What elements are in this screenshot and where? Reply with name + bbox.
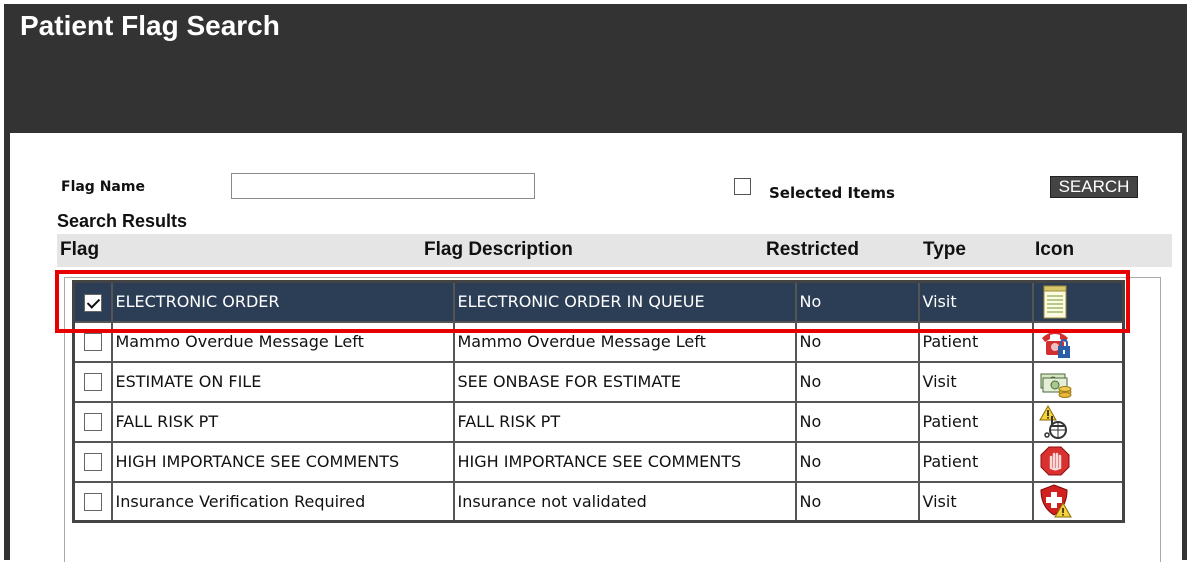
icon-cell bbox=[1031, 320, 1125, 363]
flag-name-label: Flag Name bbox=[61, 179, 145, 195]
flag-cell: FALL RISK PT bbox=[110, 400, 455, 443]
row-checkbox-cell bbox=[72, 400, 113, 443]
type-cell: Patient bbox=[917, 440, 1034, 483]
icon-cell bbox=[1031, 280, 1125, 323]
description-cell: ELECTRONIC ORDER IN QUEUE bbox=[452, 280, 797, 323]
table-row[interactable]: HIGH IMPORTANCE SEE COMMENTS HIGH IMPORTA… bbox=[72, 440, 1125, 483]
page-title: Patient Flag Search bbox=[20, 10, 280, 41]
table-row[interactable]: ELECTRONIC ORDER ELECTRONIC ORDER IN QUEU… bbox=[72, 280, 1125, 323]
column-header-type: Type bbox=[923, 239, 966, 260]
table-row[interactable]: Insurance Verification Required Insurance… bbox=[72, 480, 1125, 523]
column-header-icon: Icon bbox=[1035, 239, 1075, 260]
results-table: ELECTRONIC ORDER ELECTRONIC ORDER IN QUEU… bbox=[72, 280, 1125, 523]
description-cell: Mammo Overdue Message Left bbox=[452, 320, 797, 363]
wheelchair-warning-icon bbox=[1038, 404, 1072, 440]
column-header-description: Flag Description bbox=[424, 239, 573, 260]
row-checkbox[interactable] bbox=[83, 333, 102, 352]
restricted-cell: No bbox=[794, 280, 920, 323]
description-cell: FALL RISK PT bbox=[452, 400, 797, 443]
type-cell: Visit bbox=[917, 360, 1034, 403]
icon-cell bbox=[1031, 360, 1125, 403]
description-cell: SEE ONBASE FOR ESTIMATE bbox=[452, 360, 797, 403]
row-checkbox-cell bbox=[72, 320, 113, 363]
row-checkbox[interactable] bbox=[83, 453, 102, 472]
flag-cell: Mammo Overdue Message Left bbox=[110, 320, 455, 363]
row-checkbox-cell bbox=[72, 360, 113, 403]
description-cell: HIGH IMPORTANCE SEE COMMENTS bbox=[452, 440, 797, 483]
row-checkbox[interactable] bbox=[83, 493, 102, 511]
column-header-restricted: Restricted bbox=[766, 239, 859, 260]
row-checkbox[interactable] bbox=[83, 373, 102, 392]
shield-warning-icon bbox=[1038, 483, 1072, 519]
row-checkbox[interactable] bbox=[83, 293, 102, 312]
row-checkbox-cell bbox=[72, 440, 113, 483]
money-coins-icon bbox=[1038, 364, 1072, 400]
flag-cell: ESTIMATE ON FILE bbox=[110, 360, 455, 403]
phone-lock-icon bbox=[1038, 324, 1072, 360]
restricted-cell: No bbox=[794, 320, 920, 363]
table-row[interactable]: ESTIMATE ON FILE SEE ONBASE FOR ESTIMATE N… bbox=[72, 360, 1125, 403]
icon-cell bbox=[1031, 400, 1125, 443]
notepad-icon bbox=[1038, 284, 1072, 320]
restricted-cell: No bbox=[794, 440, 920, 483]
type-cell: Visit bbox=[917, 480, 1034, 523]
type-cell: Patient bbox=[917, 320, 1034, 363]
icon-cell bbox=[1031, 480, 1125, 523]
table-row[interactable]: FALL RISK PT FALL RISK PT No Patient bbox=[72, 400, 1125, 443]
flag-cell: Insurance Verification Required bbox=[110, 480, 455, 523]
stop-hand-icon bbox=[1038, 444, 1072, 480]
search-button[interactable]: SEARCH bbox=[1050, 176, 1138, 198]
flag-name-input[interactable] bbox=[231, 173, 535, 199]
type-cell: Patient bbox=[917, 400, 1034, 443]
flag-cell: ELECTRONIC ORDER bbox=[110, 280, 455, 323]
results-header: Flag Flag Description Restricted Type Ic… bbox=[57, 234, 1172, 267]
search-results-title: Search Results bbox=[57, 211, 188, 231]
description-cell: Insurance not validated bbox=[452, 480, 797, 523]
restricted-cell: No bbox=[794, 480, 920, 523]
restricted-cell: No bbox=[794, 360, 920, 403]
selected-items-checkbox[interactable] bbox=[734, 178, 751, 195]
type-cell: Visit bbox=[917, 280, 1034, 323]
icon-cell bbox=[1031, 440, 1125, 483]
restricted-cell: No bbox=[794, 400, 920, 443]
row-checkbox-cell bbox=[72, 280, 113, 323]
column-header-flag: Flag bbox=[60, 239, 100, 260]
selected-items-label: Selected Items bbox=[769, 184, 895, 202]
flag-cell: HIGH IMPORTANCE SEE COMMENTS bbox=[110, 440, 455, 483]
table-row[interactable]: Mammo Overdue Message Left Mammo Overdue … bbox=[72, 320, 1125, 363]
row-checkbox-cell bbox=[72, 480, 113, 523]
row-checkbox[interactable] bbox=[83, 413, 102, 432]
